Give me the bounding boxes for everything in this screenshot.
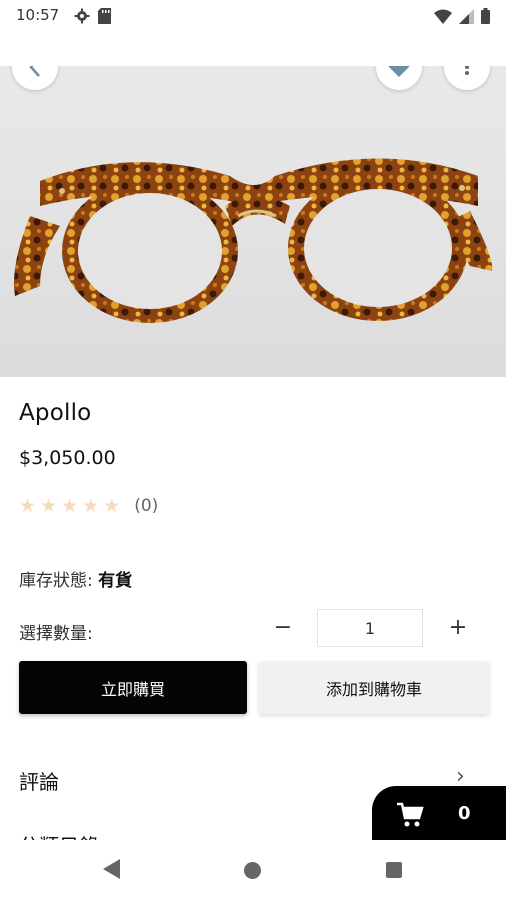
star-icon: ★ (40, 495, 58, 517)
reviews-section-title[interactable]: 評論 (19, 766, 59, 795)
status-time: 10:57 (16, 6, 60, 24)
add-to-cart-button[interactable]: 添加到購物車 (259, 661, 489, 714)
stock-label: 庫存狀態: (19, 571, 93, 591)
status-bar: 10:57 (0, 0, 506, 32)
nav-recents-icon[interactable] (386, 862, 402, 878)
sd-card-icon (98, 8, 111, 24)
buy-now-button[interactable]: 立即購買 (19, 661, 247, 714)
quantity-decrease-button[interactable]: − (268, 611, 298, 645)
chevron-left-icon (29, 66, 40, 77)
eyeglasses-image (14, 158, 493, 323)
gear-icon (74, 8, 90, 24)
quantity-input[interactable]: 1 (317, 609, 423, 647)
stock-value: 有貨 (98, 571, 133, 591)
next-section-title[interactable]: 分類目錄 (19, 832, 109, 840)
star-icon: ★ (82, 495, 100, 517)
heart-icon (388, 66, 410, 77)
wifi-icon (434, 9, 452, 24)
more-vertical-icon (465, 66, 469, 75)
product-title: Apollo (19, 400, 92, 426)
star-icon: ★ (103, 495, 121, 517)
rating-count: (0) (134, 496, 159, 516)
nav-back-icon[interactable] (100, 857, 122, 881)
battery-icon (481, 8, 490, 24)
system-nav-bar (0, 840, 506, 900)
product-price: $3,050.00 (19, 447, 116, 469)
next-section-label: 分類目錄 (19, 832, 99, 840)
shopping-cart-icon (397, 802, 424, 827)
cart-button[interactable]: 0 (372, 786, 506, 842)
product-image (0, 66, 506, 377)
stock-status: 庫存狀態: 有貨 (19, 566, 132, 591)
rating[interactable]: ★ ★ ★ ★ ★ (0) (19, 496, 158, 516)
quantity-label: 選擇數量: (19, 624, 93, 644)
cart-count-badge: 0 (458, 803, 471, 824)
star-icon: ★ (61, 495, 79, 517)
signal-icon (459, 8, 474, 24)
nav-home-icon[interactable] (244, 862, 261, 879)
quantity-increase-button[interactable]: + (443, 611, 473, 645)
star-icon: ★ (19, 495, 37, 517)
